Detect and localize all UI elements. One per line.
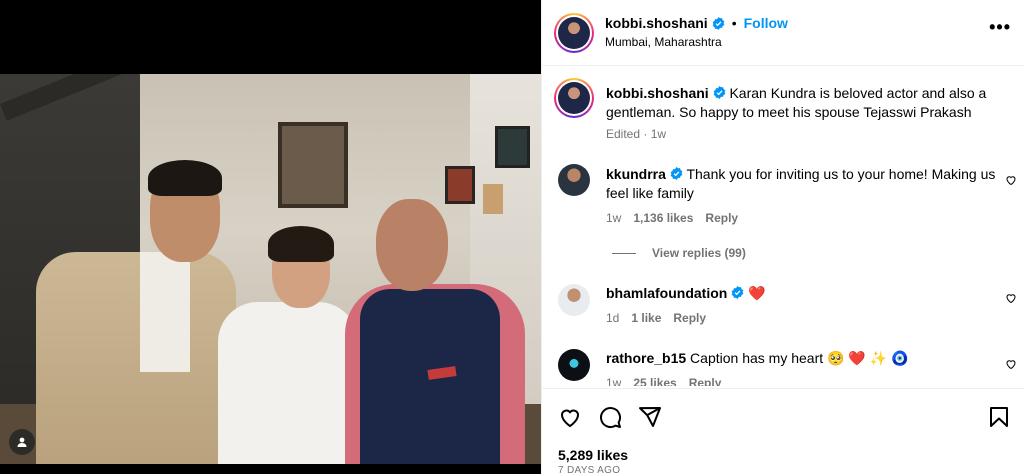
reply-button[interactable]: Reply bbox=[689, 376, 722, 386]
reply-button[interactable]: Reply bbox=[673, 311, 706, 325]
verified-icon bbox=[731, 286, 744, 299]
commenter-avatar[interactable] bbox=[558, 349, 590, 381]
comment-likes[interactable]: 25 likes bbox=[633, 376, 676, 386]
heart-icon[interactable] bbox=[558, 405, 582, 429]
person-center bbox=[218, 302, 358, 464]
comment-username[interactable]: rathore_b15 bbox=[606, 350, 686, 366]
post-likes-count[interactable]: 5,289 likes bbox=[558, 447, 628, 463]
verified-icon bbox=[670, 167, 683, 180]
post-media[interactable] bbox=[0, 0, 541, 474]
post-location[interactable]: Mumbai, Maharashtra bbox=[605, 35, 722, 49]
comment-icon[interactable] bbox=[598, 405, 622, 429]
comment-text: Caption has my heart 🥺 ❤️ ✨ 🧿 bbox=[690, 350, 909, 366]
comment-username[interactable]: kkundrra bbox=[606, 166, 666, 182]
verified-icon bbox=[712, 16, 725, 30]
comment-likes[interactable]: 1 like bbox=[631, 311, 661, 325]
view-replies-button[interactable]: View replies (99) bbox=[612, 246, 746, 260]
follow-button[interactable]: Follow bbox=[744, 15, 788, 31]
bookmark-icon[interactable] bbox=[987, 405, 1011, 429]
comment: bhamlafoundation ❤️ bbox=[606, 284, 996, 303]
post-header: kobbi.shoshani • Follow Mumbai, Maharash… bbox=[542, 0, 1024, 66]
like-comment-icon[interactable] bbox=[1005, 174, 1017, 186]
separator-dot: • bbox=[731, 15, 737, 31]
share-icon[interactable] bbox=[638, 405, 662, 429]
reply-button[interactable]: Reply bbox=[705, 211, 738, 225]
verified-icon bbox=[713, 86, 725, 99]
caption-author-avatar[interactable] bbox=[554, 78, 594, 118]
commenter-avatar[interactable] bbox=[558, 164, 590, 196]
like-comment-icon[interactable] bbox=[1005, 358, 1017, 370]
comment-meta: 1w 25 likes Reply bbox=[606, 376, 721, 386]
author-avatar[interactable] bbox=[554, 13, 594, 53]
comment-likes[interactable]: 1,136 likes bbox=[633, 211, 693, 225]
comment-meta: 1w 1,136 likes Reply bbox=[606, 211, 739, 225]
more-options-icon[interactable]: ••• bbox=[989, 18, 1011, 36]
comment-meta: 1d 1 like Reply bbox=[606, 311, 707, 325]
caption-username[interactable]: kobbi.shoshani bbox=[606, 85, 709, 101]
author-username[interactable]: kobbi.shoshani bbox=[605, 15, 708, 31]
commenter-avatar[interactable] bbox=[558, 284, 590, 316]
post-photo[interactable] bbox=[0, 74, 541, 464]
caption: kobbi.shoshani Karan Kundra is beloved a… bbox=[606, 84, 1006, 122]
caption-meta: Edited · 1w bbox=[606, 127, 667, 141]
comments-list[interactable]: kobbi.shoshani Karan Kundra is beloved a… bbox=[542, 66, 1024, 386]
person-left bbox=[36, 252, 236, 464]
post-actions: 5,289 likes 7 DAYS AGO bbox=[542, 388, 1024, 474]
comment-username[interactable]: bhamlafoundation bbox=[606, 285, 727, 301]
comment-text: ❤️ bbox=[748, 285, 766, 301]
post-details-panel: kobbi.shoshani • Follow Mumbai, Maharash… bbox=[541, 0, 1024, 474]
post-timestamp[interactable]: 7 DAYS AGO bbox=[558, 465, 620, 474]
comment: rathore_b15 Caption has my heart 🥺 ❤️ ✨ … bbox=[606, 349, 996, 368]
like-comment-icon[interactable] bbox=[1005, 292, 1017, 304]
user-tag-icon[interactable] bbox=[9, 429, 35, 455]
comment: kkundrra Thank you for inviting us to yo… bbox=[606, 165, 996, 203]
